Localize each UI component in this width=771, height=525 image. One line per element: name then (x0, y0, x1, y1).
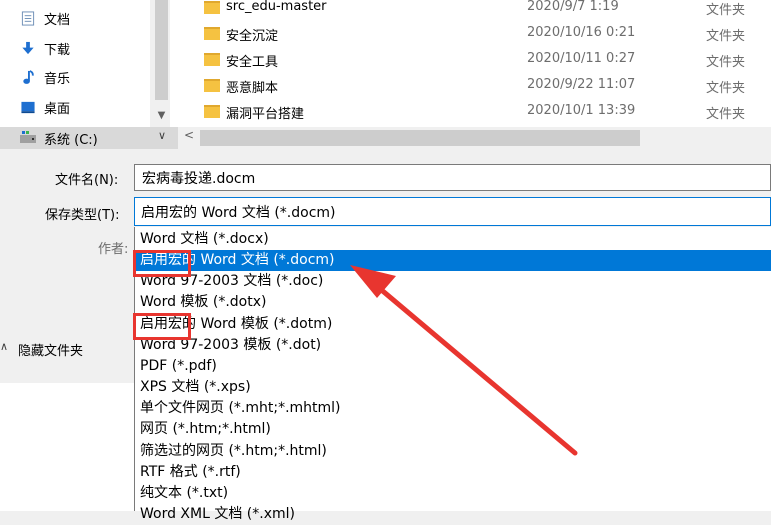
hide-folders-button[interactable]: 隐藏文件夹 (18, 340, 83, 359)
file-name: src_edu-master (226, 0, 327, 14)
file-name: 恶意脚本 (226, 81, 279, 96)
author-label: 作者: (98, 242, 129, 257)
annotation-highlight-box (133, 250, 191, 277)
dropdown-option[interactable]: Word 文档 (*.docx) (135, 229, 771, 250)
scroll-down-icon[interactable]: ▼ (155, 108, 168, 124)
dropdown-option[interactable]: Word 97-2003 模板 (*.dot) (135, 335, 771, 356)
dropdown-option[interactable]: 启用宏的 Word 模板 (*.dotm) (135, 314, 771, 335)
dropdown-option[interactable]: XPS 文档 (*.xps) (135, 377, 771, 398)
file-name: 安全工具 (226, 55, 279, 70)
file-row[interactable]: 漏洞平台搭建 2020/10/1 13:39 文件夹 (170, 99, 771, 125)
nav-item-label: 文档 (44, 13, 71, 28)
savetype-label: 保存类型(T): (45, 208, 120, 223)
folder-icon (204, 53, 220, 66)
horizontal-scrollbar-thumb[interactable] (200, 130, 640, 146)
annotation-highlight-box (133, 313, 191, 340)
file-row[interactable]: 安全沉淀 2020/10/16 0:21 文件夹 (170, 21, 771, 47)
nav-item-downloads[interactable]: 下载 (0, 34, 150, 62)
dropdown-option[interactable]: 网页 (*.htm;*.html) (135, 419, 771, 440)
chevron-up-icon[interactable]: ∧ (0, 340, 8, 353)
desktop-icon (21, 101, 35, 114)
folder-icon (204, 27, 220, 40)
savetype-select[interactable]: 启用宏的 Word 文档 (*.docm) (134, 197, 771, 226)
filename-input[interactable]: 宏病毒投递.docm (134, 164, 771, 191)
nav-item-desktop[interactable]: 桌面 (0, 93, 150, 121)
file-row[interactable]: 恶意脚本 2020/9/22 11:07 文件夹 (170, 73, 771, 99)
file-row[interactable]: 安全工具 2020/10/11 0:27 文件夹 (170, 47, 771, 73)
file-name: 安全沉淀 (226, 29, 279, 44)
nav-item-label: 音乐 (44, 72, 71, 87)
dropdown-option[interactable]: PDF (*.pdf) (135, 356, 771, 377)
dropdown-option[interactable]: 筛选过的网页 (*.htm;*.html) (135, 441, 771, 462)
dropdown-option[interactable]: Word XML 文档 (*.xml) (135, 504, 771, 525)
folder-icon (204, 79, 220, 92)
dropdown-option[interactable]: Word 97-2003 文档 (*.doc) (135, 271, 771, 292)
download-icon (22, 41, 34, 55)
dropdown-option[interactable]: Word 模板 (*.dotx) (135, 292, 771, 313)
file-type: 文件夹 (706, 29, 746, 44)
folder-icon (204, 105, 220, 118)
filename-label: 文件名(N): (55, 173, 119, 188)
dropdown-option-selected[interactable]: 启用宏的 Word 文档 (*.docm) (135, 250, 771, 271)
file-type: 文件夹 (706, 81, 746, 96)
file-name: 漏洞平台搭建 (226, 107, 305, 122)
nav-scrollbar-thumb[interactable] (155, 0, 168, 100)
document-icon (21, 11, 35, 26)
dropdown-option[interactable]: 单个文件网页 (*.mht;*.mhtml) (135, 398, 771, 419)
file-date: 2020/10/1 13:39 (527, 103, 636, 118)
file-date: 2020/9/7 1:19 (527, 0, 619, 14)
navigation-pane: 文档 下载 音乐 桌面 (0, 0, 150, 127)
folder-icon (204, 1, 220, 14)
dropdown-option[interactable]: RTF 格式 (*.rtf) (135, 462, 771, 483)
music-icon (23, 70, 34, 84)
nav-item-label: 桌面 (44, 102, 71, 117)
file-date: 2020/9/22 11:07 (527, 77, 636, 92)
file-date: 2020/10/11 0:27 (527, 51, 636, 66)
file-row[interactable]: src_edu-master 2020/9/7 1:19 文件夹 (170, 0, 771, 21)
dialog-background (0, 383, 134, 511)
file-date: 2020/10/16 0:21 (527, 25, 636, 40)
drive-label: 系统 (C:) (44, 133, 98, 148)
nav-item-documents[interactable]: 文档 (0, 4, 150, 32)
nav-item-label: 下载 (44, 43, 71, 58)
nav-item-music[interactable]: 音乐 (0, 63, 150, 91)
file-type: 文件夹 (706, 55, 746, 70)
scroll-left-icon[interactable]: < (184, 128, 194, 142)
file-type: 文件夹 (706, 3, 746, 18)
file-type: 文件夹 (706, 107, 746, 122)
dropdown-option[interactable]: 纯文本 (*.txt) (135, 483, 771, 504)
chevron-down-icon[interactable]: ∨ (158, 129, 166, 142)
drive-icon (20, 131, 36, 143)
